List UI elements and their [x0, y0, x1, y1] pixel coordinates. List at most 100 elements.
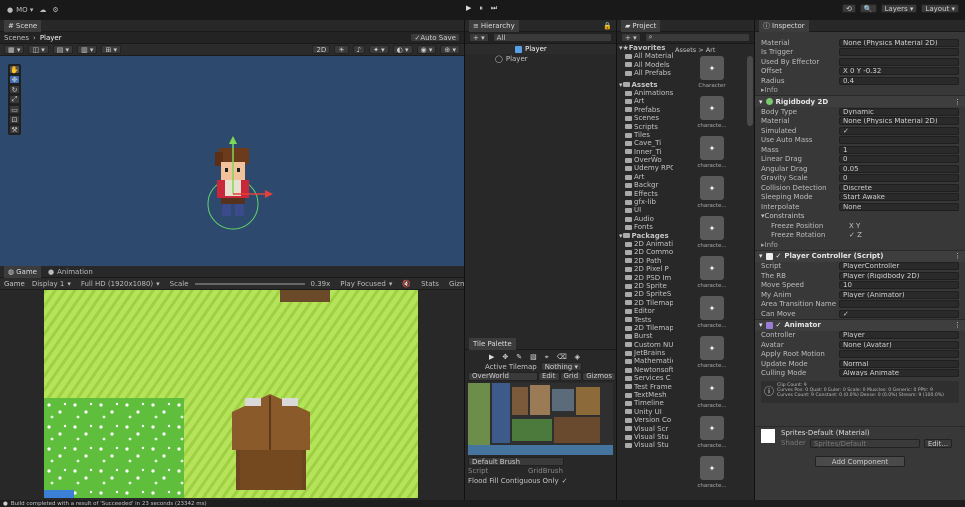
stats-button[interactable]: Stats: [418, 280, 442, 288]
lock-icon[interactable]: 🔒: [603, 22, 612, 30]
hierarchy-root-row[interactable]: Player: [465, 44, 616, 54]
project-tree-item[interactable]: 2D Animation: [619, 240, 673, 248]
scenes-link[interactable]: Scenes: [4, 34, 29, 42]
assets-header[interactable]: ▾ Assets: [619, 81, 673, 89]
controller-property-field[interactable]: Player (Rigidbody 2D): [839, 271, 959, 280]
rigidbody-property-field[interactable]: [839, 136, 959, 145]
move-tool-icon[interactable]: ✥: [9, 75, 20, 84]
project-tree-item[interactable]: 2D Pixel P: [619, 265, 673, 273]
auto-save-toggle[interactable]: ✓ Auto Save: [410, 33, 460, 42]
fill-icon[interactable]: ◈: [575, 353, 580, 362]
project-tree-item[interactable]: All Materials: [619, 52, 673, 60]
rotate-tool-icon[interactable]: ↻: [9, 85, 20, 94]
controller-menu-icon[interactable]: ⋮: [954, 252, 961, 260]
play-button[interactable]: ▶: [466, 4, 471, 13]
project-tree-item[interactable]: Cave_Ti: [619, 139, 673, 147]
layers-dropdown[interactable]: Layers ▾: [880, 4, 918, 13]
custom-tool-icon[interactable]: ⚒: [9, 125, 20, 134]
create-asset-button[interactable]: + ▾: [621, 33, 641, 42]
move-dropdown[interactable]: ⊞ ▾: [101, 45, 122, 54]
hierarchy-player-row[interactable]: ◯ Player: [465, 54, 616, 64]
project-tree-item[interactable]: Unity UI: [619, 408, 673, 416]
controller-header[interactable]: ▾ ✓ Player Controller (Script) ⋮: [755, 249, 965, 262]
transform-tool-icon[interactable]: ⊡: [9, 115, 20, 124]
project-tree-item[interactable]: Fonts: [619, 223, 673, 231]
asset-item[interactable]: ✦ characte...: [684, 336, 740, 376]
rigidbody-property-field[interactable]: Discrete: [839, 183, 959, 192]
project-tree-item[interactable]: Timeline: [619, 399, 673, 407]
tab-project[interactable]: ▰ Project: [621, 20, 661, 32]
project-tree-item[interactable]: Tests: [619, 316, 673, 324]
render-dropdown[interactable]: ◫ ▾: [28, 45, 49, 54]
tab-game[interactable]: ◍ Game: [4, 266, 41, 278]
step-button[interactable]: ⏭: [491, 4, 497, 13]
rigidbody-property-field[interactable]: ✓: [839, 126, 959, 135]
project-breadcrumb[interactable]: Assets > Art: [675, 46, 715, 54]
project-tree-item[interactable]: 2D SpriteS: [619, 290, 673, 298]
asset-item[interactable]: ✦ characte...: [684, 456, 740, 496]
rigidbody-property-field[interactable]: 1: [839, 145, 959, 154]
project-tree-item[interactable]: Version Co: [619, 416, 673, 424]
controller-enabled-checkbox[interactable]: ✓: [776, 252, 782, 260]
resolution-dropdown[interactable]: Full HD (1920x1080) ▾: [78, 280, 163, 288]
project-tree-item[interactable]: TextMesh: [619, 391, 673, 399]
asset-item[interactable]: ✦ characte...: [684, 216, 740, 256]
material-header[interactable]: Sprites-Default (Material) Shader Sprites…: [755, 426, 965, 448]
grid-dropdown[interactable]: ▤ ▾: [52, 45, 74, 54]
project-tree-item[interactable]: gfx-lib: [619, 198, 673, 206]
project-tree-item[interactable]: JetBrains: [619, 349, 673, 357]
draw-mode-dropdown[interactable]: ▦ ▾: [4, 45, 25, 54]
move-tile-icon[interactable]: ✥: [502, 353, 508, 362]
project-tree-item[interactable]: Editor: [619, 307, 673, 315]
picker-icon[interactable]: ⌖: [545, 353, 549, 362]
project-tree-item[interactable]: Udemy RPG: [619, 164, 673, 172]
select-tool-icon[interactable]: ▶: [489, 353, 494, 362]
hidden-toggle[interactable]: ◐ ▾: [392, 45, 413, 54]
rigidbody-property-field[interactable]: 0: [839, 174, 959, 183]
animator-property-field[interactable]: None (Avatar): [839, 340, 959, 349]
rigidbody-property-field[interactable]: Start Awake: [839, 193, 959, 202]
add-object-button[interactable]: + ▾: [469, 33, 489, 42]
palette-dropdown[interactable]: OverWorld: [468, 371, 538, 381]
add-component-button[interactable]: Add Component: [815, 456, 905, 467]
display-dropdown[interactable]: Display 1 ▾: [29, 280, 74, 288]
hand-tool-icon[interactable]: ✋: [9, 65, 20, 74]
brush-dropdown[interactable]: Default Brush: [468, 457, 564, 467]
project-tree-item[interactable]: Services C: [619, 374, 673, 382]
project-search[interactable]: ⌕: [644, 33, 750, 42]
project-tree-item[interactable]: Effects: [619, 190, 673, 198]
project-tree-item[interactable]: 2D Sprite: [619, 282, 673, 290]
mode-2d-button[interactable]: 2D: [312, 45, 331, 54]
project-tree-item[interactable]: UI: [619, 206, 673, 214]
project-scrollbar[interactable]: [747, 56, 753, 126]
tab-animation[interactable]: ● Animation: [45, 268, 96, 276]
collider-property-field[interactable]: X 0 Y -0.32: [839, 67, 959, 76]
controller-property-field[interactable]: PlayerController: [839, 262, 959, 271]
eraser-icon[interactable]: ⌫: [557, 353, 567, 362]
shader-edit-button[interactable]: Edit...: [923, 439, 953, 448]
active-tilemap-dropdown[interactable]: Nothing ▾: [540, 362, 582, 372]
account-dropdown[interactable]: ● MO ▾: [4, 6, 36, 14]
freeze-rotation-checkbox[interactable]: ✓ Z: [849, 231, 862, 239]
lighting-toggle[interactable]: ☀: [334, 45, 349, 54]
project-tree-item[interactable]: Custom NU: [619, 341, 673, 349]
project-tree-item[interactable]: Tiles: [619, 131, 673, 139]
scene-viewport[interactable]: ✋ ✥ ↻ ⤢ ▭ ⊡ ⚒: [0, 56, 464, 266]
animator-property-field[interactable]: [839, 350, 959, 359]
animator-property-field[interactable]: Player: [839, 331, 959, 340]
component-menu-icon[interactable]: ⋮: [954, 98, 961, 106]
collider-property-field[interactable]: [839, 57, 959, 66]
project-tree-item[interactable]: Newtonsoft: [619, 366, 673, 374]
controller-property-field[interactable]: Player (Animator): [839, 290, 959, 299]
rigidbody-info-foldout[interactable]: ▸ Info: [755, 240, 965, 250]
audio-toggle[interactable]: ♪: [352, 45, 366, 54]
status-message[interactable]: Build completed with a result of 'Succee…: [11, 501, 207, 507]
project-tree-item[interactable]: Animations: [619, 89, 673, 97]
project-tree-item[interactable]: Burst: [619, 332, 673, 340]
project-tree-item[interactable]: Art: [619, 173, 673, 181]
project-tree-item[interactable]: Art: [619, 97, 673, 105]
play-focused-dropdown[interactable]: Play Focused ▾: [337, 280, 395, 288]
search-icon[interactable]: 🔍: [859, 4, 877, 13]
rigidbody-property-field[interactable]: Dynamic: [839, 107, 959, 116]
animator-enabled-checkbox[interactable]: ✓: [776, 321, 782, 329]
